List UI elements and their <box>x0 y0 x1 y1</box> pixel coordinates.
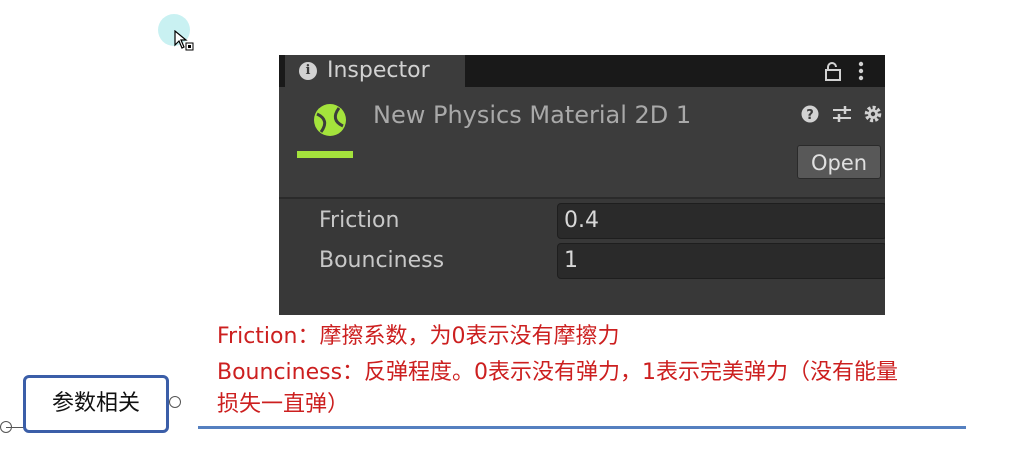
asset-title: New Physics Material 2D 1 <box>373 101 692 129</box>
friction-label: Friction <box>319 208 400 233</box>
more-options-icon[interactable] <box>857 60 865 82</box>
asset-accent-bar <box>297 151 353 158</box>
inspector-panel: i Inspector New Physics Material 2D 1 ? <box>279 55 885 315</box>
bounciness-note-line1: Bounciness：反弹程度。0表示没有弹力，1表示完美弹力（没有能量 <box>217 360 899 385</box>
bounciness-note-line2: 损失一直弹） <box>217 392 350 417</box>
presets-icon[interactable] <box>832 105 852 123</box>
help-icon[interactable]: ? <box>801 105 819 123</box>
lock-icon[interactable] <box>823 61 843 81</box>
friction-note: Friction：摩擦系数，为0表示没有摩擦力 <box>217 324 620 349</box>
mouse-cursor-icon <box>174 30 194 51</box>
bounciness-field[interactable]: 1 <box>557 243 885 279</box>
node-collapse-toggle[interactable] <box>169 396 181 408</box>
bounciness-label: Bounciness <box>319 248 445 273</box>
tab-label: Inspector <box>327 58 430 83</box>
tab-inspector[interactable]: i Inspector <box>285 55 465 87</box>
parent-branch-line <box>6 427 24 428</box>
physics-material-2d-icon <box>314 104 346 136</box>
mindmap-node[interactable]: 参数相关 <box>23 375 169 433</box>
topic-branch-line <box>198 426 966 429</box>
info-icon: i <box>299 62 317 80</box>
friction-field[interactable]: 0.4 <box>557 203 885 239</box>
header-divider <box>279 197 885 199</box>
svg-text:?: ? <box>806 108 814 123</box>
open-button[interactable]: Open <box>797 145 881 179</box>
asset-header: New Physics Material 2D 1 ? Open <box>279 87 885 197</box>
inspector-tab-bar: i Inspector <box>279 55 885 87</box>
gear-icon[interactable] <box>863 104 883 124</box>
